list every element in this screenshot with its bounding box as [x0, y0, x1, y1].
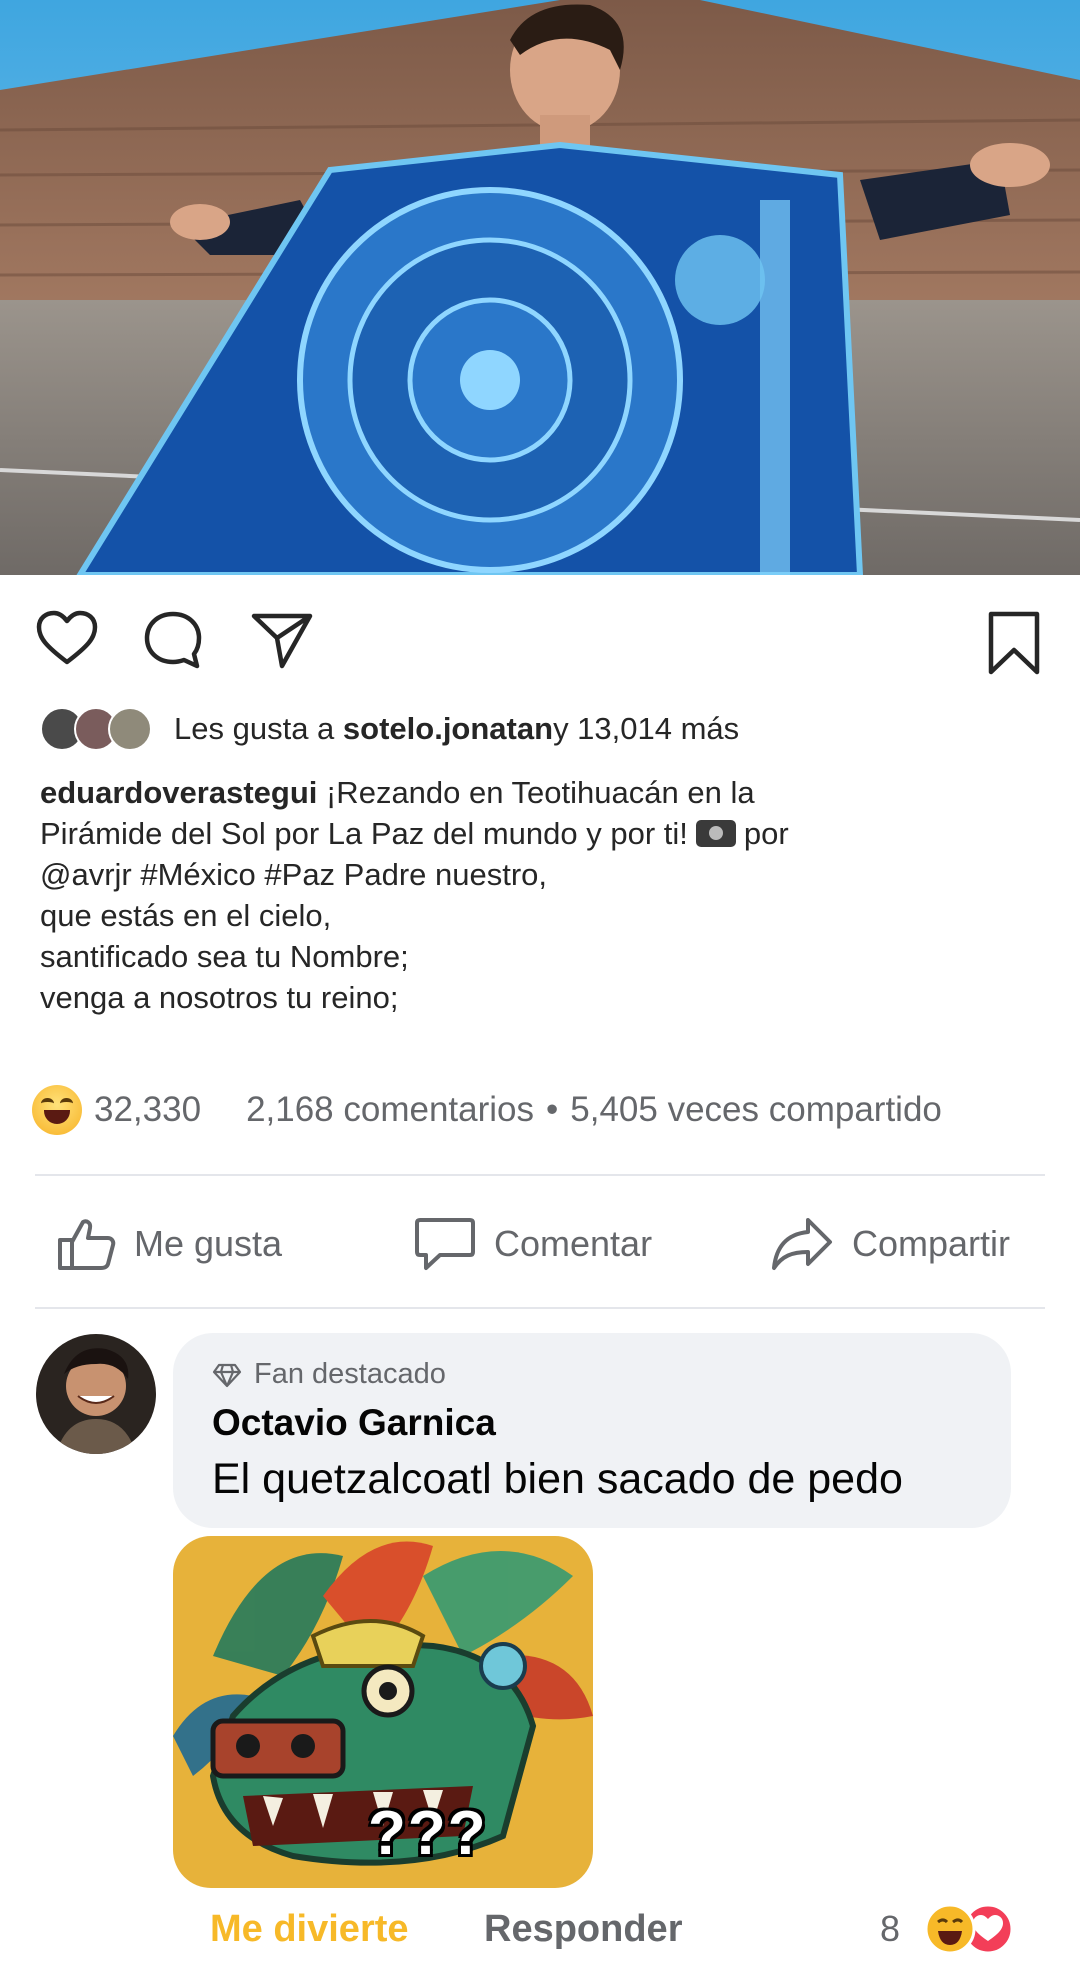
camera-emoji-icon: [695, 820, 736, 847]
comment-reaction-icons[interactable]: [918, 1903, 1018, 1955]
like-label: Me gusta: [134, 1223, 283, 1264]
like-button[interactable]: Me gusta: [56, 1208, 282, 1280]
divider: [35, 1307, 1045, 1309]
diamond-icon: [212, 1363, 242, 1387]
top-fan-badge[interactable]: Fan destacado: [212, 1358, 446, 1391]
thumbs-up-icon: [58, 1219, 116, 1270]
likes-suffix: y 13,014 más: [553, 711, 740, 746]
comment-text: El quetzalcoatl bien sacado de pedo: [212, 1455, 903, 1503]
caption-username[interactable]: eduardoverastegui: [40, 775, 317, 810]
divider: [35, 1174, 1045, 1176]
liker-username[interactable]: sotelo.jonatan: [343, 711, 553, 747]
bookmark-icon[interactable]: [986, 610, 1042, 676]
liker-avatars[interactable]: [40, 707, 152, 751]
sticker-question-marks: ???: [368, 1799, 488, 1868]
reaction-count[interactable]: 32,330: [94, 1090, 201, 1130]
share-label: Compartir: [852, 1223, 1011, 1264]
send-icon[interactable]: [250, 610, 314, 670]
caption-line-2-end: por: [743, 816, 789, 851]
man-in-aztec-poncho-photo: [0, 0, 1080, 575]
comment-button[interactable]: Comentar: [414, 1208, 652, 1280]
comments-count[interactable]: 2,168 comentarios: [246, 1090, 534, 1130]
shares-count[interactable]: 5,405 veces compartido: [570, 1090, 942, 1130]
reply-button[interactable]: Responder: [484, 1908, 682, 1951]
caption-line-1: ¡Rezando en Teotihuacán en la: [317, 775, 755, 810]
share-button[interactable]: Compartir: [770, 1208, 1010, 1280]
caption-line-2: Pirámide del Sol por La Paz del mundo y …: [40, 816, 688, 851]
caption-line-5: santificado sea tu Nombre;: [40, 939, 409, 974]
fan-badge-label: Fan destacado: [254, 1358, 446, 1390]
caption-line-3: @avrjr #México #Paz Padre nuestro,: [40, 857, 548, 892]
stats-separator: •: [546, 1090, 559, 1129]
comment-reaction-count[interactable]: 8: [880, 1908, 900, 1950]
caption-line-4: que estás en el cielo,: [40, 898, 332, 933]
post-stats: 32,330 2,168 comentarios • 5,405 veces c…: [32, 1082, 1052, 1138]
comment-label: Comentar: [494, 1223, 653, 1264]
comment-sticker-image[interactable]: ???: [173, 1536, 593, 1888]
haha-reaction-button[interactable]: Me divierte: [210, 1908, 409, 1951]
heart-icon[interactable]: [36, 610, 98, 666]
share-arrow-icon: [772, 1218, 832, 1270]
post-photo[interactable]: [0, 0, 1080, 575]
comment-bubble-icon: [415, 1218, 475, 1270]
post-actions: Me gusta Comentar Compartir: [0, 1208, 1080, 1280]
liker-avatar[interactable]: [108, 707, 152, 751]
comment-icon[interactable]: [142, 610, 204, 670]
haha-emoji-icon[interactable]: [32, 1085, 82, 1135]
haha-emoji-icon: [924, 1903, 976, 1955]
likes-prefix: Les gusta a: [174, 711, 335, 746]
commenter-avatar[interactable]: [36, 1334, 156, 1454]
caption-line-6: venga a nosotros tu reino;: [40, 980, 399, 1015]
post-caption: eduardoverastegui ¡Rezando en Teotihuacá…: [40, 772, 1040, 1018]
likes-summary: Les gusta a sotelo.jonatan y 13,014 más: [40, 705, 739, 753]
commenter-name[interactable]: Octavio Garnica: [212, 1402, 496, 1444]
